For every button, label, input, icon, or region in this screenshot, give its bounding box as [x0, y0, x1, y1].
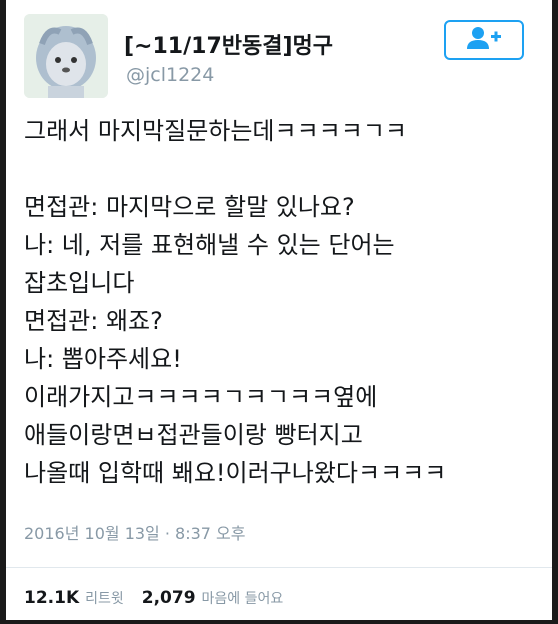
like-label[interactable]: 마음에 들어요	[202, 588, 284, 608]
tweet-line: 애들이랑면ㅂ접관들이랑 빵터지고	[24, 421, 363, 449]
divider	[6, 567, 552, 568]
follow-user-icon	[466, 26, 502, 54]
tweet-line: 나: 네, 저를 표현해낼 수 있는 단어는	[24, 231, 395, 259]
tweet-header: [~11/17반동결]멍구 @jcl1224	[24, 14, 538, 100]
like-count[interactable]: 2,079	[142, 588, 196, 608]
display-name[interactable]: [~11/17반동결]멍구	[124, 28, 333, 60]
tweet-text: 그래서 마지막질문하는데ㅋㅋㅋㅋㄱㅋ 면접관: 마지막으로 할말 있나요? 나:…	[24, 112, 538, 492]
tweet-timestamp[interactable]: 2016년 10월 13일 · 8:37 오후	[24, 520, 245, 544]
tweet-stats: 12.1K 리트윗 2,079 마음에 들어요	[24, 588, 301, 608]
user-handle[interactable]: @jcl1224	[126, 64, 214, 86]
tweet-line: 이래가지고ㅋㅋㅋㅋㄱㅋㄱㅋㅋ옆에	[24, 383, 378, 411]
follow-button[interactable]	[444, 20, 524, 60]
tweet-line: 나: 뽑아주세요!	[24, 345, 182, 373]
tweet-line: 그래서 마지막질문하는데ㅋㅋㅋㅋㄱㅋ	[24, 117, 407, 145]
retweet-count[interactable]: 12.1K	[24, 588, 79, 608]
tweet-line: 면접관: 왜죠?	[24, 307, 163, 335]
cartoon-avatar-icon[interactable]	[24, 14, 108, 98]
tweet-card: [~11/17반동결]멍구 @jcl1224 그래서 마지막질문하는데ㅋㅋㅋㅋㄱ…	[6, 0, 552, 620]
tweet-line: 나올때 입학때 봬요!이러구나왔다ㅋㅋㅋㅋ	[24, 459, 447, 487]
tweet-line: 잡초입니다	[24, 269, 135, 297]
retweet-label[interactable]: 리트윗	[85, 588, 124, 608]
tweet-line: 면접관: 마지막으로 할말 있나요?	[24, 193, 355, 221]
